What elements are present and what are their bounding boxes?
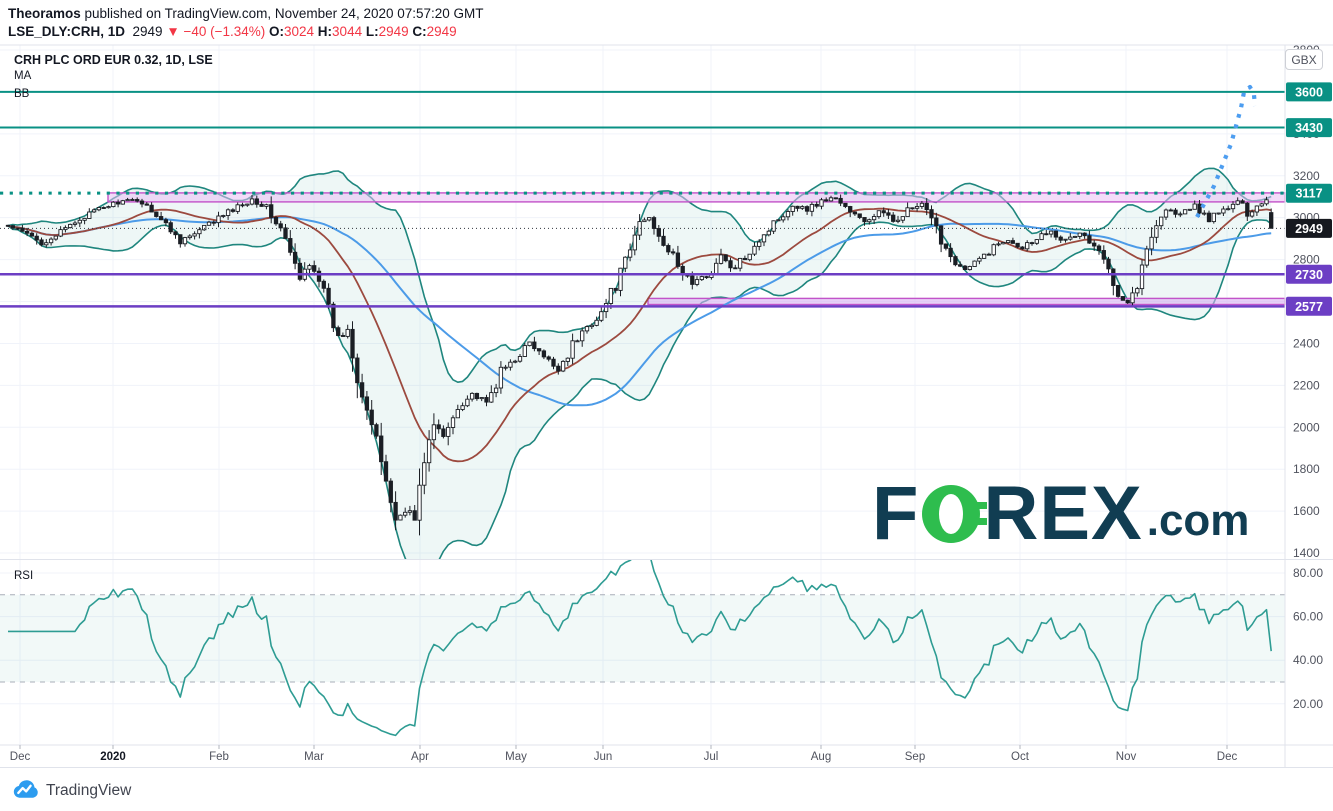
tradingview-published-chart: Dec2020FebMarAprMayJunJulAugSepOctNovDec…: [0, 0, 1333, 811]
price-tick-label: 2000: [1293, 420, 1320, 434]
svg-text:3600: 3600: [1295, 85, 1323, 99]
rsi-tick-label: 40.00: [1293, 653, 1323, 667]
price-level-badge: 3600: [1286, 82, 1332, 101]
month-label: 2020: [100, 751, 126, 763]
month-label: Oct: [1011, 751, 1030, 763]
price-tick-label: 1800: [1293, 462, 1320, 476]
ohlc-segment: LSE_DLY:CRH, 1D: [8, 24, 125, 39]
price-tick-label: 2200: [1293, 378, 1320, 392]
price-tick-label: 3200: [1293, 169, 1320, 183]
ohlc-segment: 2949: [379, 24, 409, 39]
svg-text:3117: 3117: [1295, 187, 1322, 201]
month-label: Sep: [905, 751, 925, 763]
rsi-tick-label: 60.00: [1293, 610, 1323, 624]
time-axis[interactable]: Dec 2020 Feb Mar Apr May Jun Jul Aug Sep Oct Nov Dec: [10, 745, 1238, 763]
ohlc-segment: 3044: [332, 24, 362, 39]
chart-title: CRH PLC ORD EUR 0.32, 1D, LSE: [14, 53, 213, 67]
forex-com-watermark: F REX .com: [872, 484, 1249, 544]
ohlc-segment: 3024: [284, 24, 314, 39]
month-label: Apr: [411, 751, 429, 763]
publish-info-line: Theoramos published on TradingView.com, …: [8, 6, 484, 21]
month-label: May: [505, 751, 527, 763]
month-label: Feb: [209, 751, 229, 763]
price-tick-label: 2400: [1293, 336, 1320, 350]
month-label: Jul: [704, 751, 719, 763]
bb-indicator-label[interactable]: BB: [14, 88, 29, 100]
rsi-tick-label: 80.00: [1293, 566, 1323, 580]
month-label: Dec: [1217, 751, 1238, 763]
forex-letters-rex: REX: [983, 484, 1142, 544]
month-label: Jun: [594, 751, 613, 763]
svg-text:2730: 2730: [1295, 268, 1323, 282]
tradingview-label: TradingView: [46, 782, 131, 800]
forex-letter-f: F: [872, 484, 919, 544]
publish-text: published on TradingView.com, November 2…: [81, 6, 484, 21]
ohlc-segment: C:: [409, 24, 427, 39]
rsi-tick-label: 20.00: [1293, 697, 1323, 711]
svg-text:2949: 2949: [1295, 222, 1323, 236]
ohlc-segment: H:: [314, 24, 332, 39]
price-tick-label: 2800: [1293, 253, 1320, 267]
price-axis[interactable]: 3800360034003200300028002600240022002000…: [1286, 43, 1332, 711]
ma-indicator-label[interactable]: MA: [14, 70, 31, 82]
ohlc-segment: 2949: [427, 24, 457, 39]
forex-o-icon: [922, 485, 980, 543]
price-level-badge: 3117: [1286, 184, 1332, 203]
price-tick-label: 1400: [1293, 546, 1320, 560]
tradingview-cloud-icon: [12, 777, 39, 804]
ohlc-segment: ▼ −40 (−1.34%): [166, 24, 265, 39]
currency-unit-button[interactable]: GBX: [1285, 49, 1323, 70]
chart-canvas: Dec2020FebMarAprMayJunJulAugSepOctNovDec…: [0, 0, 1333, 811]
month-label: Mar: [304, 751, 324, 763]
svg-text:2577: 2577: [1295, 300, 1323, 314]
price-tick-label: 1600: [1293, 504, 1320, 518]
tradingview-logo[interactable]: TradingView: [12, 777, 131, 804]
ohlc-segment: L:: [362, 24, 379, 39]
ohlc-segment: 2949: [125, 24, 166, 39]
price-level-badge: 2577: [1286, 297, 1332, 316]
symbol-ohlc-line: LSE_DLY:CRH, 1D 2949 ▼ −40 (−1.34%) O:30…: [8, 24, 457, 39]
svg-text:3430: 3430: [1295, 121, 1323, 135]
forex-dot-com: .com: [1147, 499, 1250, 543]
month-label: Aug: [811, 751, 831, 763]
month-label: Dec: [10, 751, 31, 763]
price-level-badge: 2730: [1286, 265, 1332, 284]
price-level-badge: 3430: [1286, 118, 1332, 137]
ohlc-segment: O:: [265, 24, 284, 39]
month-label: Nov: [1116, 751, 1137, 763]
rsi-indicator-label[interactable]: RSI: [14, 570, 33, 582]
price-level-badge: 2949: [1286, 219, 1332, 238]
author-name: Theoramos: [8, 6, 81, 21]
